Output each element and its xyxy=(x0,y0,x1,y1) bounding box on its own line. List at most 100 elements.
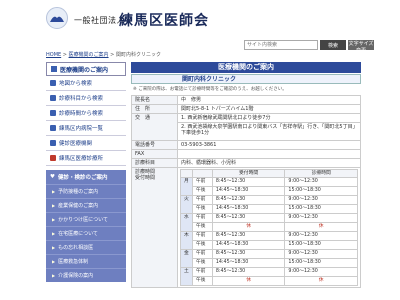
table-row: 診療時間 受付時間 受付時間 診療時間 月午前 8:45～12:30 9:00～12… xyxy=(131,167,361,288)
schedule-slot: 午前 xyxy=(191,231,213,241)
sidebar-item-label: 地図から検索 xyxy=(59,81,93,87)
schedule-row: 木午前 8:45～12:30 9:00～12:30 xyxy=(180,231,358,250)
logo-icon[interactable] xyxy=(46,7,68,29)
sidebar-item-home-care[interactable]: ▶ 在宅医療について xyxy=(46,226,126,240)
arrow-icon: ▶ xyxy=(52,273,56,278)
sidebar-item-specialty[interactable]: 診療科目から検索 xyxy=(46,91,126,106)
breadcrumb-parent[interactable]: 医療機関のご案内 xyxy=(69,52,109,58)
clinic-name: 関町内科クリニック xyxy=(131,74,361,84)
sidebar-item-care-insurance[interactable]: ▶ 介護保険の案内 xyxy=(46,268,126,282)
schedule-day: 土 xyxy=(180,267,193,286)
sidebar-item-dementia[interactable]: ▶ もの忘れ相談医 xyxy=(46,240,126,254)
schedule-row: 火午前 8:45～12:30 9:00～12:30 xyxy=(180,195,358,214)
info-value: 中 修男 xyxy=(177,95,361,105)
sidebar: 医療機関のご案内 地図から検索 診療科目から検索 診療時間から検索 練馬区内病院… xyxy=(46,62,126,282)
search-input[interactable] xyxy=(244,40,318,50)
schedule-table: 受付時間 診療時間 月午前 8:45～12:30 9:00～12:30 午後 14:45… xyxy=(180,169,358,286)
schedule-slot: 午後 xyxy=(191,222,213,232)
schedule-treat-head: 診療時間 xyxy=(284,169,358,178)
sidebar-item-checkup[interactable]: 健診医療機関 xyxy=(46,136,126,151)
sidebar-item-emergency[interactable]: ▶ 医療救急体制 xyxy=(46,254,126,268)
schedule-day: 火 xyxy=(180,195,193,214)
schedule-time: 休 xyxy=(284,276,358,286)
breadcrumb-current: 関町内科クリニック xyxy=(115,52,161,58)
page-title: 医療機関のご案内 xyxy=(131,62,361,73)
schedule-day: 月 xyxy=(180,177,193,196)
schedule-time: 8:45～12:30 xyxy=(211,249,286,259)
org-type: 一般社団法人 xyxy=(74,16,125,25)
sidebar-item-label: もの忘れ相談医 xyxy=(58,245,94,251)
sidebar-item-map[interactable]: 地図から検索 xyxy=(46,76,126,91)
main-content: 医療機関のご案内 関町内科クリニック ※ ご来院の際は、お電話にて診療時間等をご… xyxy=(131,62,361,288)
clinic-info-table: 院長名中 修男 住 所関町北5-8-1 トパーズハイム1階 交 通 1. 西武新宿… xyxy=(131,95,361,288)
schedule-time: 15:00～18:30 xyxy=(284,204,358,214)
site-header: 一般社団法人 練馬区医師会 xyxy=(0,0,400,44)
schedule-row: 月午前 8:45～12:30 9:00～12:30 xyxy=(180,177,358,196)
sidebar-item-label: 診療時間から検索 xyxy=(59,111,104,117)
schedule-corner xyxy=(180,169,193,178)
search-button[interactable]: 検索 xyxy=(320,40,346,50)
sidebar-item-vaccine[interactable]: ▶ 予防接種のご案内 xyxy=(46,184,126,198)
schedule-slot: 午後 xyxy=(191,204,213,214)
notice-text: ※ ご来院の際は、お電話にて診療時間等をご確認のうえ、お越しください。 xyxy=(133,87,287,92)
sidebar-item-label: 診療科目から検索 xyxy=(59,96,104,102)
info-key: 診療時間 受付時間 xyxy=(131,167,178,288)
schedule-time: 9:00～12:30 xyxy=(284,249,358,259)
sidebar-item-label: 予防接種のご案内 xyxy=(58,189,99,195)
schedule-slot: 午後 xyxy=(191,240,213,250)
table-row: 交 通 1. 西武新宿線武蔵関駅北口より徒歩7分 xyxy=(131,113,361,141)
info-key: 電話番号 xyxy=(131,140,178,150)
table-row: 住 所関町北5-8-1 トパーズハイム1階 xyxy=(131,104,361,114)
schedule-header-row: 受付時間 診療時間 xyxy=(180,169,358,178)
sidebar-item-label: 練馬区内病院一覧 xyxy=(59,126,104,132)
sidebar-item-family-doctor[interactable]: ▶ かかりつけ医について xyxy=(46,212,126,226)
sidebar-item-hospitals[interactable]: 練馬区内病院一覧 xyxy=(46,121,126,136)
font-size-button[interactable]: 文字サイズ変更 xyxy=(348,40,374,54)
schedule-row: 午後 14:45～18:30 15:00～18:30 xyxy=(181,258,358,268)
schedule-slot: 午前 xyxy=(191,267,213,277)
schedule-slot: 午後 xyxy=(191,258,213,268)
breadcrumb-sep: > xyxy=(108,52,116,58)
schedule-slot: 午前 xyxy=(191,177,213,187)
schedule-row: 土午前 8:45～12:30 9:00～12:30 xyxy=(180,267,358,286)
arrow-icon: ▶ xyxy=(52,189,56,194)
schedule-time: 15:00～18:30 xyxy=(284,240,358,250)
schedule-row: 午後休休 xyxy=(181,222,358,232)
sidebar-head[interactable]: 医療機関のご案内 xyxy=(46,62,126,76)
org-name[interactable]: 練馬区医師会 xyxy=(119,10,209,30)
arrow-icon: ▶ xyxy=(52,217,56,222)
schedule-cell: 受付時間 診療時間 月午前 8:45～12:30 9:00～12:30 午後 14:45… xyxy=(177,167,361,288)
schedule-slot: 午前 xyxy=(191,213,213,223)
sidebar-item-clinic[interactable]: 練馬区医療診療所 xyxy=(46,151,126,166)
table-row: 院長名中 修男 xyxy=(131,95,361,105)
hospital-icon xyxy=(51,66,57,72)
breadcrumb-sep: > xyxy=(61,52,69,58)
sidebar-item-occupational[interactable]: ▶ 産業保健のご案内 xyxy=(46,198,126,212)
info-key: 院長名 xyxy=(131,95,178,105)
sidebar-item-label: 練馬区医療診療所 xyxy=(59,156,104,162)
info-key: 住 所 xyxy=(131,104,178,114)
sidebar-checkup-head[interactable]: ♥ 健診・検診のご案内 xyxy=(46,170,126,184)
breadcrumb-home[interactable]: HOME xyxy=(46,52,61,58)
info-value: 2. 西武池袋線大泉学園駅南口より関東バス「吉祥寺駅」行き、「関町北5丁目」下車… xyxy=(177,122,361,141)
schedule-time: 15:00～18:30 xyxy=(284,258,358,268)
schedule-time: 9:00～12:30 xyxy=(284,267,358,277)
heart-icon: ♥ xyxy=(50,174,55,180)
arrow-icon: ▶ xyxy=(52,259,56,264)
schedule-time: 8:45～12:30 xyxy=(211,267,286,277)
table-row: 電話番号 03-5903-3861 xyxy=(131,140,361,150)
breadcrumb: HOME > 医療機関のご案内 > 関町内科クリニック xyxy=(46,51,161,58)
schedule-time: 14:45～18:30 xyxy=(211,204,286,214)
sidebar-item-hours[interactable]: 診療時間から検索 xyxy=(46,106,126,121)
schedule-recv-head: 受付時間 xyxy=(211,169,286,178)
schedule-slot: 午後 xyxy=(191,186,213,196)
schedule-time: 14:45～18:30 xyxy=(211,258,286,268)
map-icon xyxy=(50,80,56,86)
search-bar: 検索 文字サイズ変更 xyxy=(244,40,374,54)
info-value: 03-5903-3861 xyxy=(177,140,361,150)
clock-icon xyxy=(50,110,56,116)
schedule-time: 8:45～12:30 xyxy=(211,213,286,223)
sidebar-item-label: かかりつけ医について xyxy=(58,217,108,223)
schedule-corner xyxy=(191,169,213,178)
building-icon xyxy=(50,125,56,131)
